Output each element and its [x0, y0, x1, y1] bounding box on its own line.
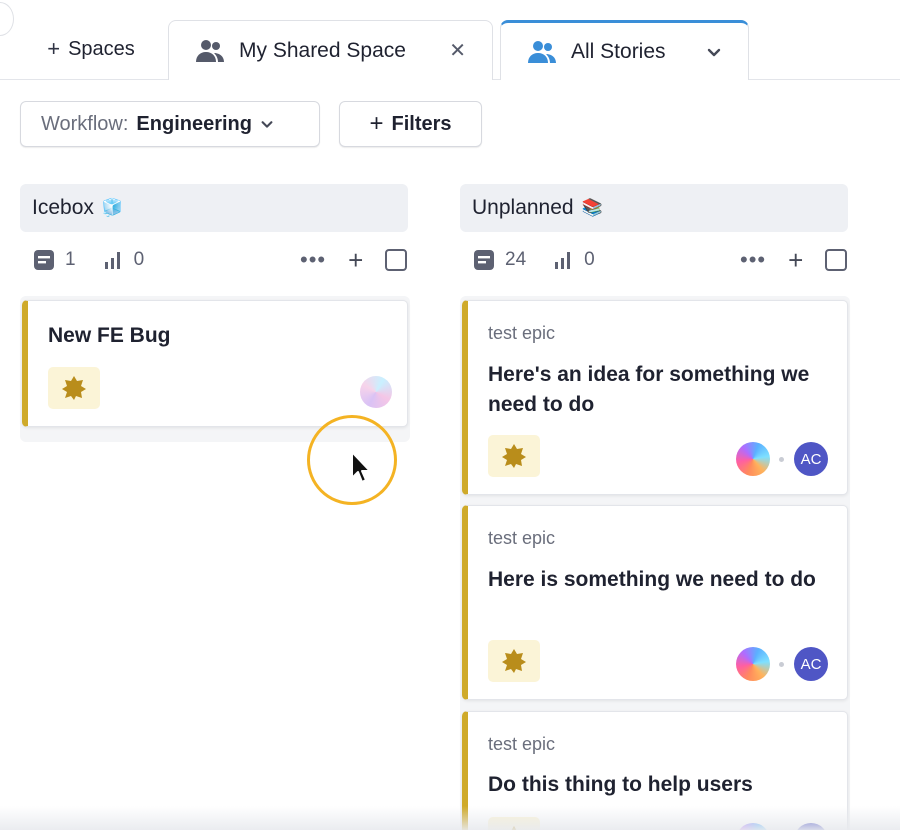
select-all-checkbox[interactable]: [385, 249, 408, 271]
story-card[interactable]: test epic Here is something we need to d…: [462, 505, 848, 700]
tab-label: My Shared Space: [239, 38, 406, 62]
tab-all-stories[interactable]: All Stories: [500, 20, 749, 80]
epic-label[interactable]: test epic: [488, 734, 555, 755]
tab-label: All Stories: [571, 39, 666, 63]
close-icon[interactable]: ✕: [449, 38, 466, 63]
chevron-down-icon: [260, 117, 274, 131]
column-title: Icebox: [32, 196, 94, 219]
story-icon: [34, 250, 54, 270]
add-spaces-button[interactable]: + Spaces: [28, 20, 154, 78]
story-type-badge[interactable]: [488, 435, 540, 477]
story-count: 24: [473, 249, 526, 271]
estimate-icon: [555, 252, 571, 269]
story-icon: [474, 250, 494, 270]
chevron-down-icon[interactable]: [706, 44, 722, 60]
requester-avatar[interactable]: [736, 442, 770, 476]
people-icon: [195, 38, 225, 64]
story-title: Here is something we need to do: [488, 568, 816, 591]
points-value: 0: [584, 249, 595, 270]
owner-avatar[interactable]: [360, 376, 392, 408]
bottom-scroll-fade: [0, 806, 900, 830]
estimate-icon: [104, 252, 120, 269]
workflow-value: Engineering: [136, 112, 252, 135]
separator-dot: [779, 457, 784, 462]
column-stats: 24 0: [473, 245, 623, 275]
owner-avatar[interactable]: AC: [794, 442, 828, 476]
story-type-badge[interactable]: [488, 640, 540, 682]
requester-avatar[interactable]: [736, 647, 770, 681]
bug-badge-icon: [502, 649, 526, 673]
column-header-unplanned[interactable]: Unplanned 📚: [460, 184, 848, 232]
people-icon: [527, 39, 557, 65]
filters-label: Filters: [391, 112, 452, 135]
tab-bar: + Spaces My Shared Space ✕ All Stories: [0, 0, 900, 80]
story-title: Here's an idea for something we need to …: [488, 363, 810, 416]
column-emoji: 🧊: [101, 198, 124, 217]
story-card[interactable]: New FE Bug: [22, 300, 408, 427]
owner-avatar[interactable]: AC: [794, 647, 828, 681]
add-story-icon[interactable]: +: [788, 245, 803, 276]
story-title: Do this thing to help users: [488, 773, 753, 796]
story-count-value: 1: [65, 249, 76, 270]
spaces-label: Spaces: [68, 37, 135, 60]
column-stats: 1 0: [33, 245, 172, 275]
column-header-icebox[interactable]: Icebox 🧊: [20, 184, 408, 232]
story-type-badge[interactable]: [48, 367, 100, 409]
workflow-label: Workflow:: [41, 112, 129, 135]
workflow-select[interactable]: Workflow: Engineering: [20, 101, 320, 147]
plus-icon: +: [47, 36, 61, 61]
filters-button[interactable]: + Filters: [339, 101, 482, 147]
story-title: New FE Bug: [48, 324, 171, 347]
epic-label[interactable]: test epic: [488, 528, 555, 549]
points-count: 0: [104, 249, 145, 271]
points-value: 0: [133, 249, 145, 270]
story-count-value: 24: [505, 249, 527, 270]
bug-badge-icon: [62, 376, 86, 400]
points-count: 0: [554, 249, 595, 271]
bug-badge-icon: [502, 444, 526, 468]
column-title: Unplanned: [472, 196, 574, 219]
separator-dot: [779, 662, 784, 667]
plus-icon: +: [369, 110, 384, 137]
more-options-icon[interactable]: •••: [300, 249, 326, 271]
add-story-icon[interactable]: +: [348, 245, 363, 276]
column-actions: ••• +: [300, 245, 408, 276]
select-all-checkbox[interactable]: [825, 249, 848, 271]
story-count: 1: [33, 249, 76, 271]
column-emoji: 📚: [581, 198, 603, 217]
tab-my-shared-space[interactable]: My Shared Space ✕: [168, 20, 493, 80]
story-card[interactable]: test epic Here's an idea for something w…: [462, 300, 848, 495]
more-options-icon[interactable]: •••: [740, 249, 766, 271]
mouse-pointer-icon: [351, 451, 371, 483]
column-actions: ••• +: [740, 245, 848, 276]
epic-label[interactable]: test epic: [488, 323, 555, 344]
collapse-handle[interactable]: [0, 2, 14, 36]
